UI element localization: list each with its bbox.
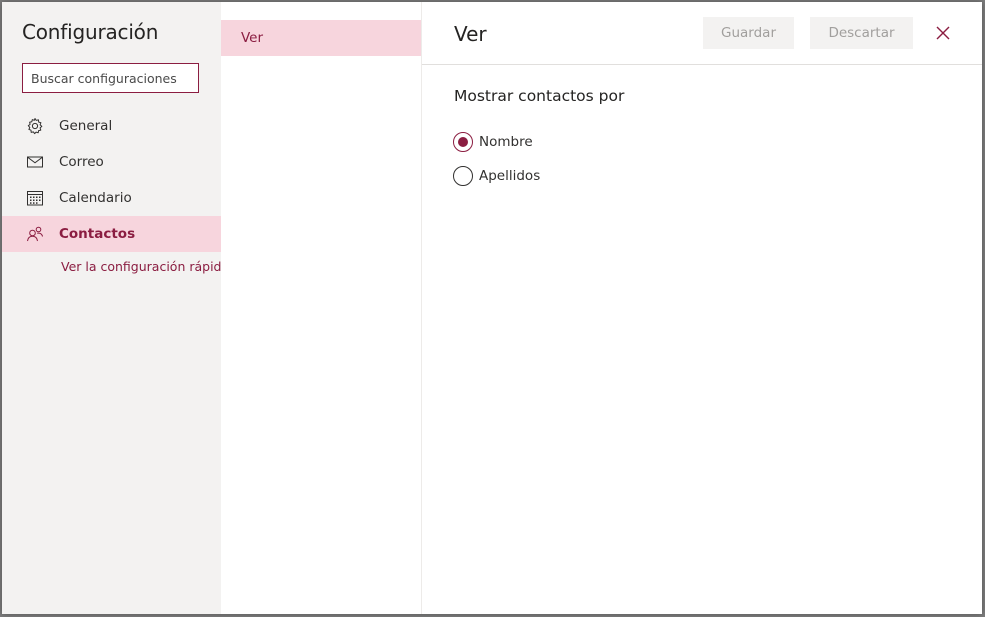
subcategory-pane: Ver <box>221 2 422 614</box>
content-title: Ver <box>454 22 487 46</box>
calendar-icon <box>26 189 44 207</box>
radio-label: Nombre <box>479 134 533 150</box>
section-title: Mostrar contactos por <box>454 87 625 105</box>
nav-item-label: Calendario <box>59 190 132 206</box>
close-icon[interactable] <box>934 24 952 42</box>
people-icon <box>26 225 44 243</box>
radio-option-last-name[interactable]: Apellidos <box>453 166 540 186</box>
subnav-item-view[interactable]: Ver <box>221 20 421 56</box>
radio-button-checked[interactable] <box>453 132 473 152</box>
settings-title: Configuración <box>22 20 159 44</box>
discard-button[interactable]: Descartar <box>810 17 913 49</box>
nav-item-label: General <box>59 118 113 134</box>
content-header: Ver Guardar Descartar <box>422 2 982 65</box>
nav-item-contacts[interactable]: Contactos <box>2 216 221 252</box>
settings-nav-pane: Configuración General <box>2 2 229 614</box>
settings-dialog: Configuración General <box>2 2 982 614</box>
nav-item-general[interactable]: General <box>2 108 221 144</box>
nav-item-label: Contactos <box>59 226 136 242</box>
radio-label: Apellidos <box>479 168 541 184</box>
settings-content-pane: Ver Guardar Descartar Mostrar contactos … <box>422 2 982 614</box>
radio-button[interactable] <box>453 166 473 186</box>
mail-icon <box>26 153 44 171</box>
nav-item-mail[interactable]: Correo <box>2 144 221 180</box>
radio-option-first-name[interactable]: Nombre <box>453 132 533 152</box>
radio-dot <box>458 137 468 147</box>
settings-category-list: General Correo Calendario Contactos Ver … <box>2 108 229 274</box>
search-settings-input[interactable] <box>22 63 199 93</box>
nav-item-label: Correo <box>59 154 104 170</box>
nav-item-calendar[interactable]: Calendario <box>2 180 221 216</box>
quick-settings-link[interactable]: Ver la configuración rápida <box>2 252 231 274</box>
save-button[interactable]: Guardar <box>703 17 794 49</box>
gear-icon <box>26 117 44 135</box>
